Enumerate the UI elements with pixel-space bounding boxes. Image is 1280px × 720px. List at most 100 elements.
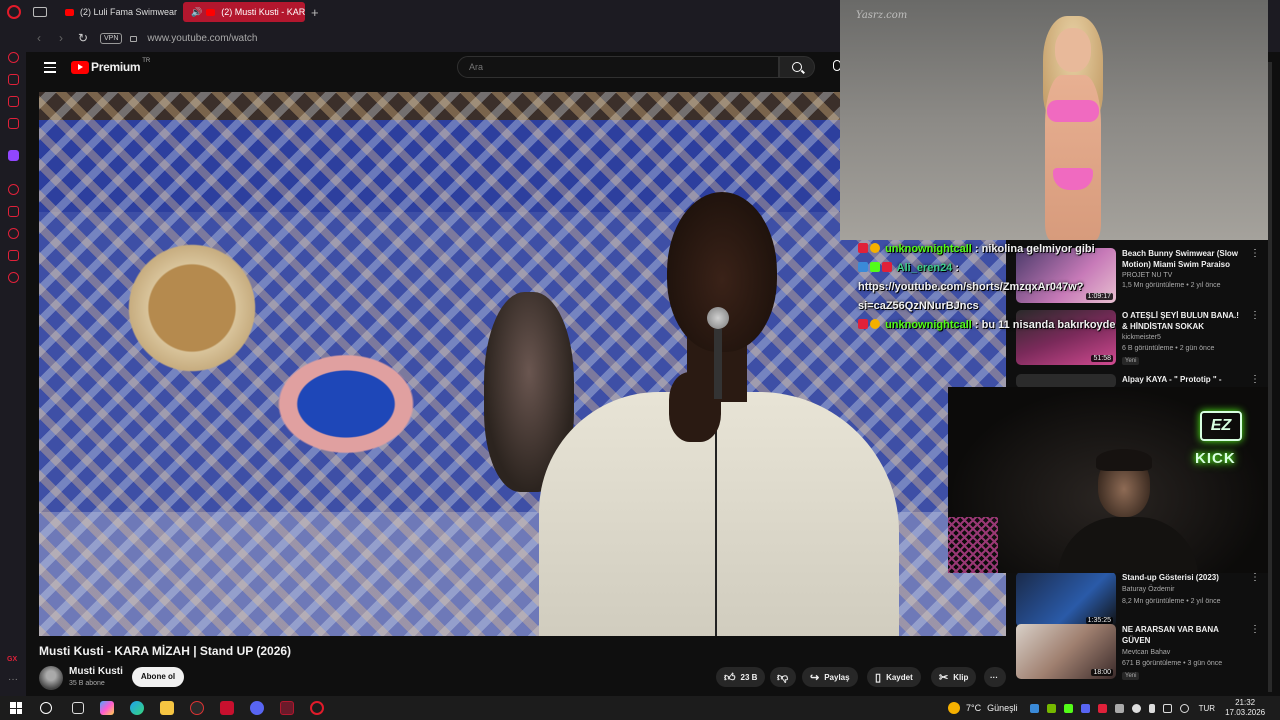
badge-icon <box>858 319 868 329</box>
youtube-logo[interactable]: Premium TR <box>71 58 151 74</box>
tray-app-icon[interactable] <box>1063 703 1073 713</box>
taskbar-search-icon[interactable] <box>40 702 52 714</box>
recommendation-channel[interactable]: kickmeister5 <box>1122 334 1161 341</box>
lock-icon[interactable] <box>130 36 138 42</box>
share-button[interactable]: ↪ Paylaş <box>802 667 858 687</box>
recommendation-channel[interactable]: Baturay Özdemir <box>1122 586 1175 593</box>
twitch-icon[interactable] <box>8 150 19 161</box>
subscribe-button[interactable]: Abone ol <box>132 667 184 687</box>
clock-icon[interactable] <box>8 228 19 239</box>
tab-luli-fama[interactable]: (2) Luli Fama Swimwear Fa <box>57 2 179 22</box>
recommendation-title[interactable]: O ATEŞLİ ŞEYİ BULUN BANA.! & HİNDİSTAN S… <box>1122 310 1244 332</box>
badge-icon <box>858 262 868 272</box>
region-label: TR <box>142 58 151 64</box>
recommendation-title[interactable]: Alpay KAYA - " Prototip " - <box>1122 374 1244 385</box>
nvidia-icon[interactable] <box>1046 703 1056 713</box>
messenger-icon[interactable] <box>8 96 19 107</box>
language-indicator[interactable]: TUR <box>1199 704 1215 713</box>
app-icon[interactable] <box>220 701 234 715</box>
discord-icon[interactable] <box>250 701 264 715</box>
search-input[interactable] <box>457 56 779 78</box>
badge-icon <box>870 319 880 329</box>
file-explorer-icon[interactable] <box>160 701 174 715</box>
like-count: 23 B <box>740 672 758 682</box>
weather-sun-icon[interactable] <box>948 702 960 714</box>
windows-start-icon[interactable] <box>10 702 22 714</box>
windows-taskbar: 7°C Güneşli TUR 21:32 17.03.2026 <box>0 696 1280 720</box>
channel-avatar[interactable] <box>39 666 63 690</box>
url-field[interactable]: www.youtube.com/watch <box>147 33 257 44</box>
player-icon[interactable] <box>8 74 19 85</box>
opera-gx-taskbar-icon[interactable] <box>280 701 294 715</box>
forward-button[interactable]: › <box>52 31 70 45</box>
workspaces-icon[interactable] <box>33 7 47 17</box>
dislike-button[interactable]: 👎︎ <box>770 667 796 687</box>
network-icon[interactable] <box>1162 703 1172 713</box>
edge-icon[interactable] <box>130 701 144 715</box>
clock-date: 17.03.2026 <box>1225 708 1266 717</box>
recommendation-title[interactable]: Stand-up Gösterisi (2023) <box>1122 572 1244 583</box>
aria-icon[interactable] <box>8 52 19 63</box>
save-button[interactable]: ▯ Kaydet <box>867 667 921 687</box>
video-thumbnail[interactable] <box>1016 374 1116 388</box>
recommendation-item[interactable]: 18:00 NE ARARSAN VAR BANA GÜVEN Mevtcan … <box>1016 624 1260 680</box>
more-vert-icon[interactable]: ⋮ <box>1250 310 1260 321</box>
scissors-icon: ✂ <box>939 671 949 684</box>
recommendation-item[interactable]: Alpay KAYA - " Prototip " - ⋮ <box>1016 374 1260 388</box>
settings-gear-icon[interactable] <box>8 272 19 283</box>
streamer-body <box>1058 517 1198 573</box>
task-view-icon[interactable] <box>72 702 84 714</box>
watermark: Yasrz.com <box>856 10 908 21</box>
history-icon[interactable] <box>8 184 19 195</box>
more-dots-icon[interactable]: ··· <box>8 674 18 685</box>
video-title: Musti Kusti - KARA MİZAH | Stand UP (202… <box>39 644 292 658</box>
video-thumbnail[interactable]: 18:00 <box>1016 624 1116 679</box>
channel-name[interactable]: Musti Kusti <box>69 666 123 677</box>
recommendation-channel[interactable]: PROJET NU TV <box>1122 272 1172 279</box>
gx-logo-icon[interactable]: GX <box>7 656 17 663</box>
recommendation-channel[interactable]: Mevtcan Bahav <box>1122 649 1170 656</box>
extensions-icon[interactable] <box>8 250 19 261</box>
recommendation-title[interactable]: NE ARARSAN VAR BANA GÜVEN <box>1122 624 1244 646</box>
thumbs-up-icon: 👍︎ <box>724 671 736 684</box>
recommendation-meta: 6 B görüntüleme • 2 gün önce <box>1122 345 1215 352</box>
more-vert-icon[interactable]: ⋮ <box>1250 248 1260 259</box>
tray-app-icon[interactable] <box>1131 703 1141 713</box>
recommendation-title[interactable]: Beach Bunny Swimwear (Slow Motion) Miami… <box>1122 248 1244 270</box>
reload-button[interactable]: ↻ <box>74 31 92 45</box>
page-scrollbar[interactable] <box>1268 62 1272 692</box>
more-vert-icon[interactable]: ⋮ <box>1250 572 1260 583</box>
search-button[interactable] <box>779 56 815 78</box>
like-button[interactable]: 👍︎ 23 B <box>716 667 766 687</box>
video-thumbnail[interactable]: 1:35:25 <box>1016 572 1116 627</box>
bookmarks-icon[interactable] <box>8 206 19 217</box>
app-icon[interactable] <box>190 701 204 715</box>
microphone-icon[interactable] <box>1148 703 1155 713</box>
clock[interactable]: 21:32 17.03.2026 <box>1225 698 1265 718</box>
tray-app-icon[interactable] <box>1097 703 1107 713</box>
weather-label[interactable]: Güneşli <box>987 703 1018 713</box>
volume-icon[interactable] <box>1179 703 1189 713</box>
opera-logo-icon[interactable] <box>7 5 21 19</box>
gx-corner-icon[interactable] <box>8 118 19 129</box>
screen: (2) Luli Fama Swimwear Fa 🔊 (2) Musti Ku… <box>0 0 1280 720</box>
tray-app-icon[interactable] <box>1029 703 1039 713</box>
recommendation-item[interactable]: 1:35:25 Stand-up Gösterisi (2023) Batura… <box>1016 572 1260 628</box>
tab-musti-kusti[interactable]: 🔊 (2) Musti Kusti - KARA <box>183 2 305 22</box>
more-vert-icon[interactable]: ⋮ <box>1250 374 1260 385</box>
duration-badge: 18:00 <box>1091 669 1113 676</box>
menu-hamburger-icon[interactable] <box>44 62 56 76</box>
vpn-badge[interactable]: VPN <box>100 32 123 44</box>
duration-badge: 51:58 <box>1091 355 1113 362</box>
clip-button[interactable]: ✂ Klip <box>931 667 977 687</box>
back-button[interactable]: ‹ <box>30 31 48 45</box>
weather-temp[interactable]: 7°C <box>966 703 981 713</box>
discord-tray-icon[interactable] <box>1080 703 1090 713</box>
more-vert-icon[interactable]: ⋮ <box>1250 624 1260 635</box>
system-tray: 7°C Güneşli TUR 21:32 17.03.2026 <box>948 696 1265 720</box>
new-tab-button[interactable]: + <box>311 5 319 20</box>
copilot-icon[interactable] <box>100 701 114 715</box>
opera-taskbar-icon[interactable] <box>310 701 324 715</box>
more-actions-button[interactable]: ··· <box>984 667 1006 687</box>
tray-app-icon[interactable] <box>1114 703 1124 713</box>
